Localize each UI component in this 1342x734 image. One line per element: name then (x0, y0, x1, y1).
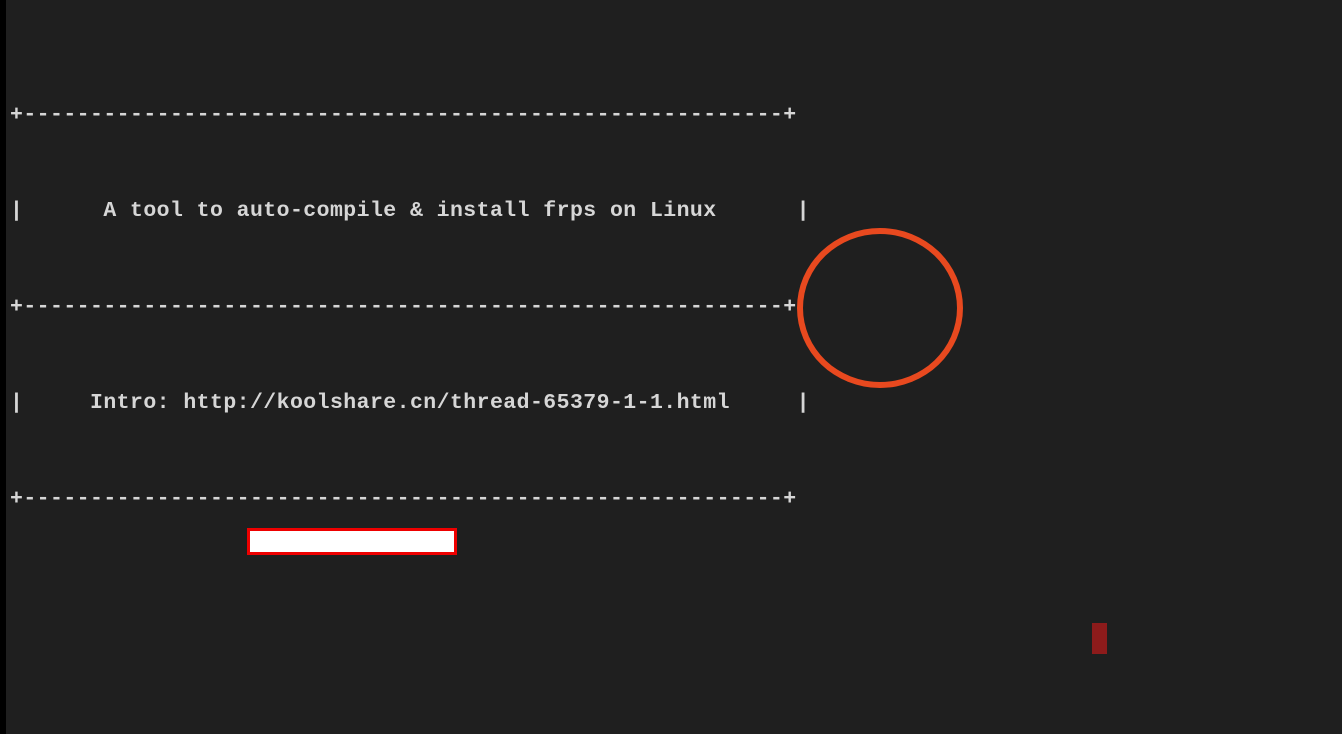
header-border-middle: +---------------------------------------… (10, 295, 797, 319)
ip-redaction-box (247, 528, 457, 555)
highlight-circle-annotation (797, 228, 963, 388)
header-border-top: +---------------------------------------… (10, 103, 797, 127)
header-intro-row: | Intro: http://koolshare.cn/thread-6537… (10, 391, 810, 415)
left-edge-gutter (0, 0, 6, 734)
terminal-output[interactable]: +---------------------------------------… (10, 3, 1330, 734)
terminal-screen: +---------------------------------------… (0, 0, 1342, 734)
text-cursor (1092, 623, 1107, 654)
header-border-bottom: +---------------------------------------… (10, 487, 797, 511)
header-title-row: | A tool to auto-compile & install frps … (10, 199, 810, 223)
